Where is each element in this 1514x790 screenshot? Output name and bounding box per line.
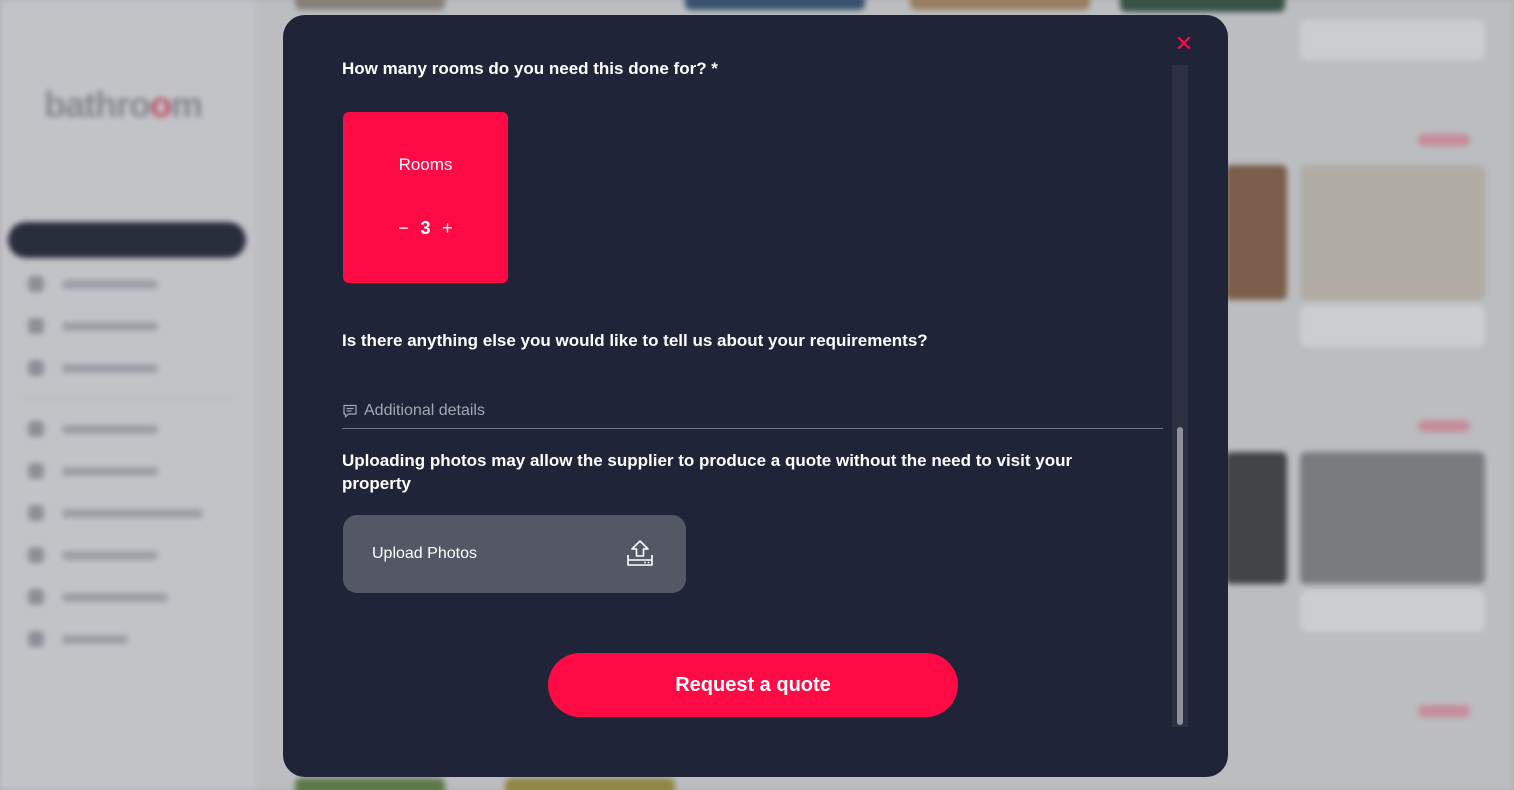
- rooms-value: 3: [420, 218, 431, 238]
- additional-details-field[interactable]: [342, 393, 1163, 429]
- upload-photos-button[interactable]: Upload Photos: [343, 515, 686, 593]
- rooms-stepper: − 3 +: [343, 218, 508, 239]
- upload-note: Uploading photos may allow the supplier …: [342, 451, 1073, 493]
- request-quote-button[interactable]: Request a quote: [548, 653, 958, 717]
- quote-modal: ✕ How many rooms do you need this done f…: [283, 15, 1228, 777]
- rooms-label: Rooms: [398, 155, 453, 174]
- additional-details-input[interactable]: [364, 401, 1163, 420]
- close-icon[interactable]: ✕: [1173, 33, 1195, 55]
- modal-scrollbar[interactable]: [1172, 65, 1188, 727]
- rooms-question: How many rooms do you need this done for…: [342, 59, 718, 78]
- decrement-button[interactable]: −: [396, 218, 410, 239]
- comment-icon: [343, 404, 357, 418]
- upload-photos-label: Upload Photos: [372, 545, 477, 562]
- requirements-question: Is there anything else you would like to…: [342, 331, 928, 350]
- increment-button[interactable]: +: [441, 218, 455, 239]
- upload-icon: [627, 540, 653, 566]
- rooms-card[interactable]: Rooms − 3 +: [343, 112, 508, 283]
- scrollbar-thumb[interactable]: [1177, 427, 1183, 725]
